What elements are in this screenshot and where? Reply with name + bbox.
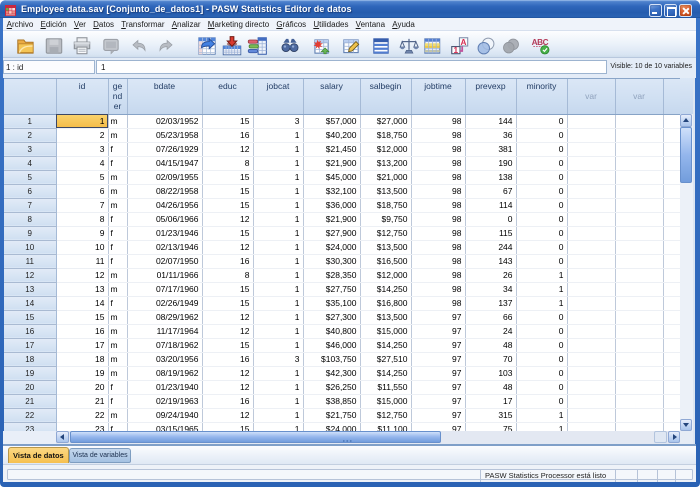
svg-text:A: A: [461, 37, 467, 46]
svg-text:1: 1: [454, 45, 459, 54]
